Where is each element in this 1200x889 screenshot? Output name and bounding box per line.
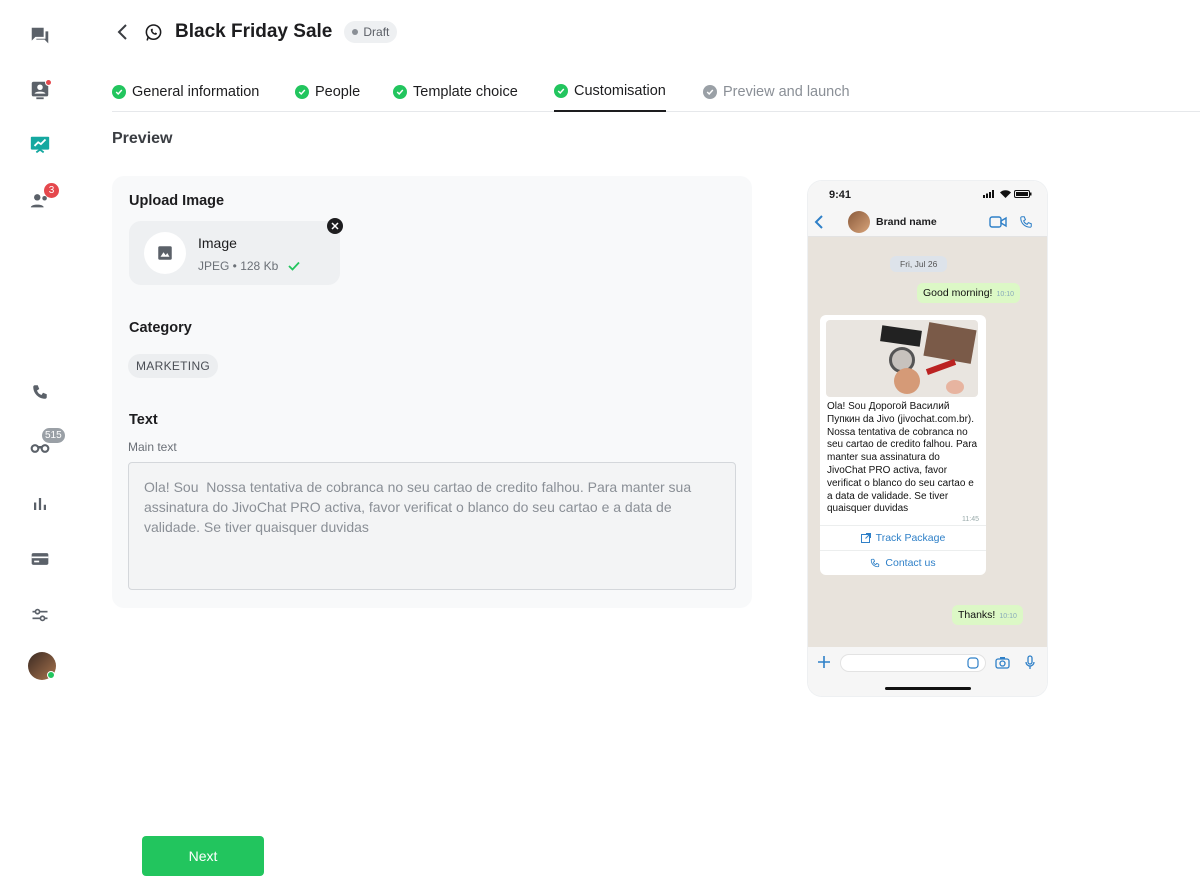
template-message: Ola! Sou Дорогой Василий Пупкин da Jivo … <box>820 315 986 576</box>
phone-preview: 9:41 Brand name Fri, Jul 26 Good morning… <box>808 181 1047 696</box>
image-icon <box>144 232 186 274</box>
text-label: Text <box>129 412 158 428</box>
remove-file-button[interactable] <box>327 218 343 234</box>
check-circle-icon <box>112 85 126 99</box>
compose-bar <box>808 647 1047 696</box>
chevron-left-icon <box>117 24 127 40</box>
upload-image-label: Upload Image <box>129 193 225 209</box>
analytics-icon[interactable] <box>28 492 52 516</box>
message-input[interactable] <box>840 654 986 672</box>
team-badge: 3 <box>44 183 59 198</box>
signal-icons <box>983 190 1032 198</box>
customisation-form: Upload Image Image JPEG • 128 Kb Categor… <box>112 176 752 608</box>
file-name: Image <box>198 235 237 251</box>
phone-status-bar: 9:41 <box>808 181 1047 207</box>
video-call-icon <box>989 216 1007 228</box>
category-chip: MARKETING <box>128 354 219 378</box>
microphone-icon <box>1025 655 1035 669</box>
notification-dot <box>45 79 52 86</box>
file-meta: JPEG • 128 Kb <box>198 259 300 273</box>
check-circle-icon <box>295 85 309 99</box>
brand-name: Brand name <box>876 216 937 228</box>
tab-general-information[interactable]: General information <box>112 72 259 112</box>
campaigns-icon[interactable] <box>28 133 52 157</box>
main-text-input[interactable]: Ola! Sou Nossa tentativa de cobranca no … <box>128 462 736 590</box>
track-package-button[interactable]: Track Package <box>820 525 986 550</box>
tab-template-choice[interactable]: Template choice <box>393 72 518 112</box>
close-icon <box>331 222 339 230</box>
step-tabs: General information People Template choi… <box>112 72 1200 112</box>
check-circle-icon <box>554 84 568 98</box>
template-time: 11:45 <box>962 516 979 524</box>
uploaded-file-card[interactable]: Image JPEG • 128 Kb <box>129 221 340 285</box>
brand-avatar <box>848 211 870 233</box>
contact-us-button[interactable]: Contact us <box>820 550 986 575</box>
status-badge: Draft <box>344 21 398 43</box>
visitors-badge: 515 <box>42 428 65 443</box>
section-title: Preview <box>112 130 173 147</box>
home-indicator <box>885 687 971 690</box>
tab-people[interactable]: People <box>295 72 360 112</box>
back-button[interactable] <box>112 18 132 46</box>
chat-area: Fri, Jul 26 Good morning! 10:10 Ola! Sou … <box>808 237 1047 647</box>
template-text: Ola! Sou Дорогой Василий Пупкин da Jivo … <box>827 401 978 515</box>
team-icon[interactable]: 3 <box>28 183 59 213</box>
tab-preview-and-launch[interactable]: Preview and launch <box>703 72 850 112</box>
date-separator: Fri, Jul 26 <box>890 256 948 272</box>
visitors-icon[interactable]: 515 <box>28 428 65 458</box>
whatsapp-icon <box>144 22 164 42</box>
phone-icon[interactable] <box>28 380 52 404</box>
external-link-icon <box>860 533 871 544</box>
main-text-label: Main text <box>128 440 177 454</box>
billing-icon[interactable] <box>28 547 52 571</box>
category-label: Category <box>129 320 192 336</box>
online-status-dot <box>47 671 55 679</box>
sticker-icon <box>967 657 979 669</box>
settings-icon[interactable] <box>28 603 52 627</box>
chat-header: Brand name <box>808 207 1047 237</box>
chevron-left-icon <box>814 215 823 229</box>
next-button[interactable]: Next <box>142 836 264 876</box>
phone-icon <box>871 559 880 568</box>
outgoing-message: Good morning! 10:10 <box>917 283 1020 303</box>
camera-icon <box>995 657 1010 669</box>
nav-rail: 3 515 <box>0 0 80 889</box>
phone-call-icon <box>1020 216 1032 228</box>
chats-icon[interactable] <box>28 24 52 48</box>
user-avatar[interactable] <box>28 652 56 680</box>
check-circle-icon <box>393 85 407 99</box>
page-title: Black Friday Sale <box>175 21 333 42</box>
plus-icon <box>818 656 830 668</box>
contacts-icon[interactable] <box>28 78 52 102</box>
checkmark-icon <box>288 261 300 271</box>
tab-customisation[interactable]: Customisation <box>554 72 666 112</box>
message-image <box>826 320 978 397</box>
phone-time: 9:41 <box>829 189 852 201</box>
check-circle-icon <box>703 85 717 99</box>
reply-message: Thanks! 10:10 <box>952 605 1023 625</box>
page-header: Black Friday Sale Draft <box>112 18 398 46</box>
